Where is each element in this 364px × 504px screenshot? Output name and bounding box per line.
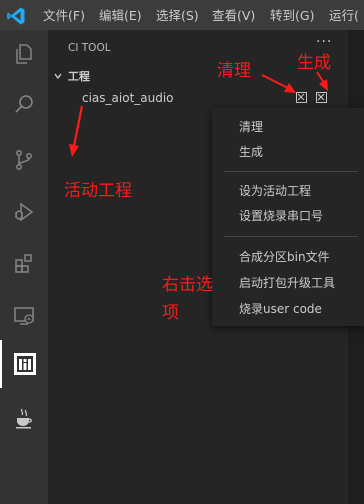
- project-annotation-arrow: [72, 105, 84, 147]
- annotation-build: 生成: [297, 53, 331, 73]
- annotation-right-click-line2: 项: [162, 303, 179, 323]
- annotation-right-click-line1: 右击选: [162, 275, 213, 295]
- project-arrowhead: [69, 144, 79, 157]
- annotation-active-project: 活动工程: [64, 181, 132, 201]
- annotation-clean: 清理: [217, 61, 251, 81]
- build-annotation-arrow: [316, 71, 325, 84]
- annotation-arrows: [69, 71, 328, 157]
- clean-annotation-arrow: [261, 74, 289, 89]
